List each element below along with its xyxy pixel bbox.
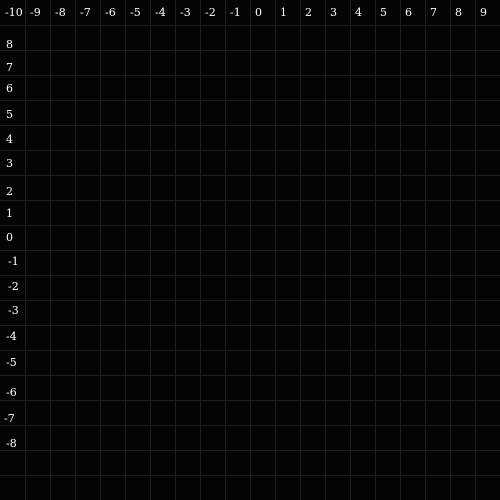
x-axis-label: -5 xyxy=(130,6,141,19)
y-axis-label: -4 xyxy=(6,330,17,343)
x-axis-label: -2 xyxy=(205,6,216,19)
y-axis-label: 7 xyxy=(6,61,13,74)
x-axis-label: 0 xyxy=(255,6,262,19)
x-axis-label: -9 xyxy=(30,6,41,19)
y-axis-label: 6 xyxy=(6,82,13,95)
x-axis-label: -1 xyxy=(230,6,241,19)
x-axis-label: 1 xyxy=(280,6,287,19)
x-axis-label: -6 xyxy=(105,6,116,19)
x-axis-label: 4 xyxy=(355,6,362,19)
x-axis-label: 9 xyxy=(480,6,487,19)
y-axis-label: -5 xyxy=(6,356,17,369)
x-axis-label: 7 xyxy=(430,6,437,19)
coordinate-grid-canvas: -10 -9 -8 -7 -6 -5 -4 -3 -2 -1 0 1 2 3 4 5 6 7 8 9 87654321… xyxy=(0,0,500,500)
x-axis-label: 8 xyxy=(455,6,462,19)
x-axis-label: 5 xyxy=(380,6,387,19)
y-axis-label: 2 xyxy=(6,185,13,198)
grid-lines xyxy=(0,0,500,500)
y-axis-label: -6 xyxy=(6,386,17,399)
y-axis-label: 1 xyxy=(6,207,13,220)
y-axis-label: -8 xyxy=(6,437,17,450)
y-axis-label: 8 xyxy=(6,38,13,51)
x-axis-label: -10 xyxy=(5,6,23,19)
y-axis-label: 3 xyxy=(6,157,13,170)
x-axis-label: 2 xyxy=(305,6,312,19)
y-axis-label: -1 xyxy=(8,255,19,268)
x-axis-label: -7 xyxy=(80,6,91,19)
y-axis-label: -2 xyxy=(8,280,19,293)
x-axis-label: 6 xyxy=(405,6,412,19)
y-axis-label: 0 xyxy=(6,231,13,244)
y-axis-label: -7 xyxy=(4,412,15,425)
y-axis-label: -3 xyxy=(8,304,19,317)
x-axis-label: -3 xyxy=(180,6,191,19)
y-axis-label: 4 xyxy=(6,133,13,146)
y-axis-label: 5 xyxy=(6,108,13,121)
x-axis-label: -4 xyxy=(155,6,166,19)
x-axis-label: 3 xyxy=(330,6,337,19)
x-axis-label: -8 xyxy=(55,6,66,19)
